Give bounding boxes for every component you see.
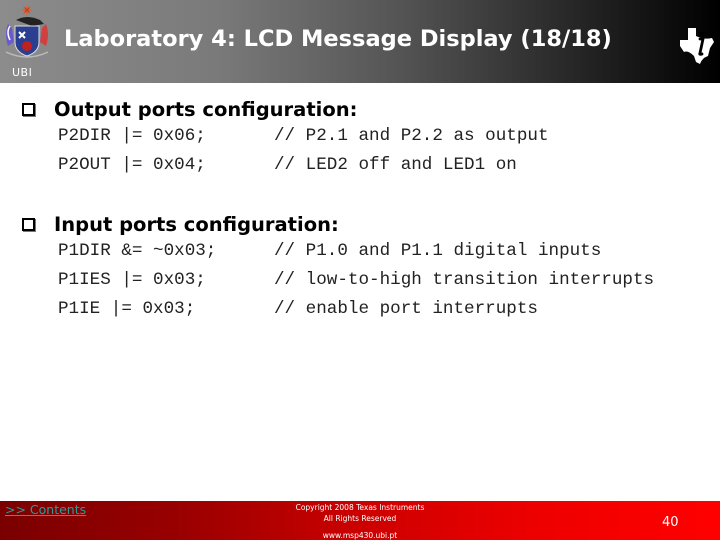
code-line: P2OUT |= 0x04; // LED2 off and LED1 on <box>22 151 517 180</box>
code-statement: P1DIR &= ~0x03; <box>58 241 217 261</box>
code-line: P1IE |= 0x03; // enable port interrupts <box>22 295 538 324</box>
ubi-label: UBI <box>12 66 33 79</box>
bullet-item: Output ports configuration: <box>22 96 357 122</box>
code-line: P1DIR &= ~0x03; // P1.0 and P1.1 digital… <box>22 237 601 266</box>
code-statement: P2OUT |= 0x04; <box>58 155 206 175</box>
checkbox-bullet-icon <box>22 102 35 116</box>
code-line: P2DIR |= 0x06; // P2.1 and P2.2 as outpu… <box>22 122 549 151</box>
slide-footer: >> Contents Copyright 2008 Texas Instrum… <box>0 501 720 540</box>
code-statement: P1IES |= 0x03; <box>58 270 206 290</box>
code-comment: // LED2 off and LED1 on <box>274 155 517 175</box>
code-statement: P1IE |= 0x03; <box>58 299 196 319</box>
ubi-coat-of-arms-icon <box>5 4 49 58</box>
input-ports-section: Input ports configuration: P1DIR &= ~0x0… <box>22 211 654 324</box>
code-statement: P2DIR |= 0x06; <box>58 126 206 146</box>
code-comment: // enable port interrupts <box>274 299 538 319</box>
copyright-notice: Copyright 2008 Texas Instruments All Rig… <box>270 502 450 540</box>
contents-link[interactable]: >> Contents <box>5 502 86 517</box>
code-line: P1IES |= 0x03; // low-to-high transition… <box>22 266 654 295</box>
section-title: Input ports configuration: <box>54 212 339 236</box>
code-comment: // P1.0 and P1.1 digital inputs <box>274 241 602 261</box>
checkbox-bullet-icon <box>22 217 35 231</box>
texas-instruments-logo-icon <box>680 28 714 64</box>
page-number: 40 <box>662 515 679 530</box>
website-url: www.msp430.ubi.pt <box>322 531 398 540</box>
bullet-item: Input ports configuration: <box>22 211 339 237</box>
code-comment: // P2.1 and P2.2 as output <box>274 126 549 146</box>
copyright-line: Copyright 2008 Texas Instruments <box>295 503 425 512</box>
section-title: Output ports configuration: <box>54 97 358 121</box>
slide-header: UBI Laboratory 4: LCD Message Display (1… <box>0 0 720 83</box>
page-title: Laboratory 4: LCD Message Display (18/18… <box>64 26 612 52</box>
code-comment: // low-to-high transition interrupts <box>274 270 655 290</box>
rights-line: All Rights Reserved <box>323 514 397 523</box>
output-ports-section: Output ports configuration: P2DIR |= 0x0… <box>22 96 549 180</box>
